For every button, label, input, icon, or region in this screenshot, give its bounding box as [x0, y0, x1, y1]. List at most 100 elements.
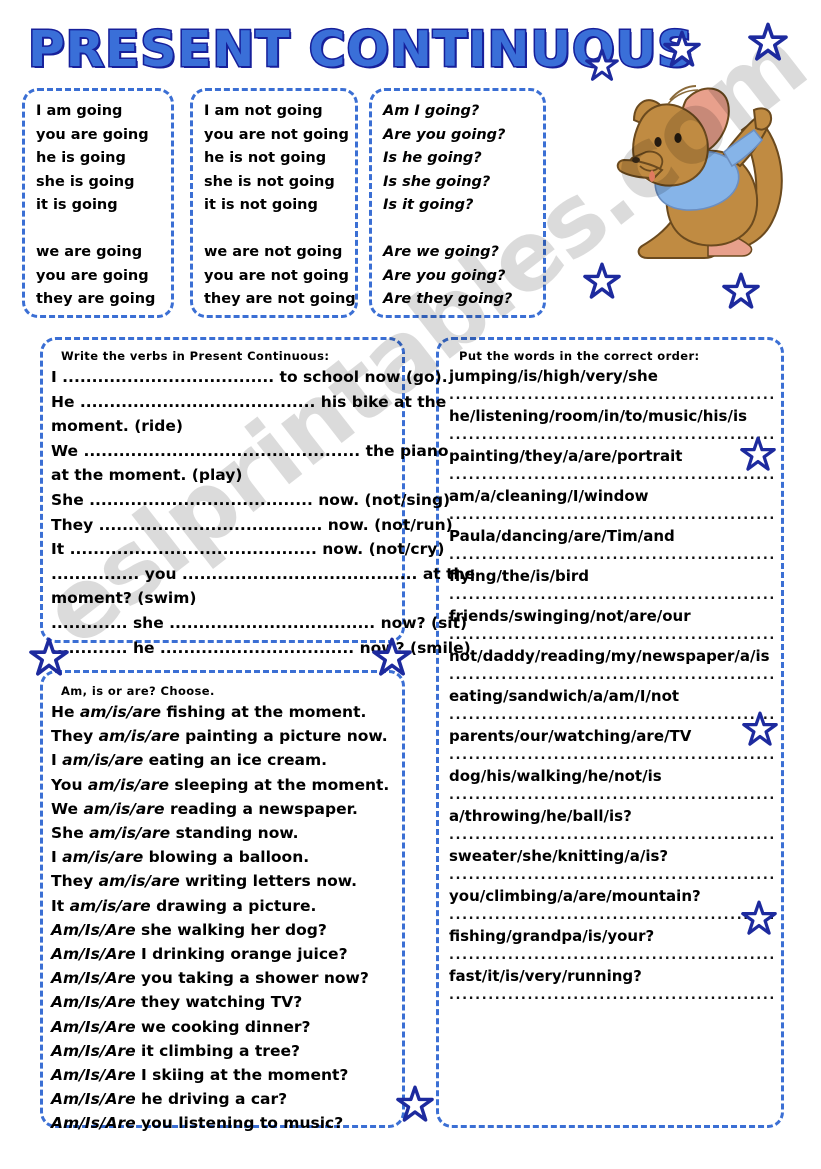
- exercise2-choice-options[interactable]: am/is/are: [99, 727, 180, 745]
- exercise2-choice-options[interactable]: Am/Is/Are: [51, 1018, 136, 1036]
- exercise2-line[interactable]: He am/is/are fishing at the moment.: [51, 700, 395, 724]
- conjugation-line: he is not going: [204, 150, 327, 166]
- star-decoration: [663, 30, 701, 72]
- exercise2-predicate: fishing at the moment.: [160, 703, 367, 721]
- exercise3-answer-line[interactable]: ........................................…: [449, 826, 777, 843]
- conjugation-line: you are going: [36, 267, 149, 284]
- exercise3-answer-line[interactable]: ........................................…: [449, 906, 777, 923]
- exercise2-line[interactable]: Am/Is/Are you taking a shower now?: [51, 966, 395, 990]
- exercise3-answer-line[interactable]: ........................................…: [449, 546, 777, 563]
- conjugation-line: she is going: [36, 173, 135, 190]
- exercise2-choice-options[interactable]: am/is/are: [89, 824, 170, 842]
- exercise2-line[interactable]: They am/is/are painting a picture now.: [51, 724, 395, 748]
- exercise2-choice-options[interactable]: Am/Is/Are: [51, 969, 136, 987]
- exercise1-line[interactable]: It .....................................…: [51, 537, 444, 562]
- exercise3-answer-line[interactable]: ........................................…: [449, 386, 777, 403]
- exercise3-answer-line[interactable]: ........................................…: [449, 986, 777, 1003]
- exercise2-choice-options[interactable]: am/is/are: [88, 776, 169, 794]
- exercise2-line[interactable]: We am/is/are reading a newspaper.: [51, 797, 395, 821]
- exercise2-line[interactable]: Am/Is/Are he driving a car?: [51, 1087, 395, 1111]
- star-decoration: [748, 22, 788, 66]
- exercise2-choice-options[interactable]: Am/Is/Are: [51, 945, 136, 963]
- exercise3-scrambled-sentence: flying/the/is/bird: [449, 567, 589, 585]
- exercise3-scrambled-sentence: parents/our/watching/are/TV: [449, 727, 692, 745]
- exercise2-choice-options[interactable]: am/is/are: [99, 872, 180, 890]
- exercise2-choice-options[interactable]: am/is/are: [83, 800, 164, 818]
- exercise3-scrambled-sentence: jumping/is/high/very/she: [449, 367, 658, 385]
- exercise2-line[interactable]: Am/Is/Are it climbing a tree?: [51, 1039, 395, 1063]
- exercise1-line[interactable]: She ....................................…: [51, 488, 450, 513]
- exercise2-line[interactable]: It am/is/are drawing a picture.: [51, 894, 395, 918]
- conjugation-line: I am going: [36, 103, 123, 119]
- exercise3-answer-line[interactable]: ........................................…: [449, 746, 777, 763]
- star-decoration: [29, 637, 69, 681]
- exercise1-line[interactable]: They ...................................…: [51, 513, 453, 538]
- exercise3-answer-line[interactable]: ........................................…: [449, 506, 777, 523]
- star-decoration: [742, 711, 778, 751]
- conjugation-spacer: [383, 218, 536, 242]
- exercise2-predicate: you listening to music?: [135, 1114, 344, 1133]
- conjugation-line: he is going: [36, 150, 126, 166]
- exercise2-line[interactable]: I am/is/are eating an ice cream.: [51, 748, 395, 772]
- exercise2-line[interactable]: Am/Is/Are we cooking dinner?: [51, 1015, 395, 1039]
- exercise2-choice-options[interactable]: Am/Is/Are: [51, 1090, 136, 1108]
- exercise2-line[interactable]: Am/Is/Are they watching TV?: [51, 990, 395, 1014]
- exercise1-line[interactable]: ............... you ....................…: [51, 562, 475, 587]
- exercise1-line[interactable]: I .................................... t…: [51, 365, 448, 390]
- exercise2-line[interactable]: Am/Is/Are you listening to music?: [51, 1111, 395, 1135]
- exercise2-choice-options[interactable]: am/is/are: [62, 848, 143, 866]
- exercise2-choice-options[interactable]: am/is/are: [62, 751, 143, 769]
- exercise2: Am, is or are? Choose. He am/is/are fish…: [47, 678, 399, 1136]
- exercise1-line[interactable]: ............. she ......................…: [51, 611, 467, 636]
- exercise2-choice-options[interactable]: am/is/are: [80, 703, 161, 721]
- exercise3-answer-line[interactable]: ........................................…: [449, 786, 777, 803]
- star-decoration: [741, 900, 777, 940]
- exercise3-answer-line[interactable]: ........................................…: [449, 586, 777, 603]
- exercise2-choice-options[interactable]: Am/Is/Are: [51, 1042, 136, 1060]
- exercise1-line[interactable]: moment. (ride): [51, 414, 391, 439]
- exercise3-answer-line[interactable]: ........................................…: [449, 626, 777, 643]
- exercise3-answer-line[interactable]: ........................................…: [449, 706, 777, 723]
- exercise2-choice-options[interactable]: Am/Is/Are: [51, 993, 136, 1011]
- exercise2-predicate: I skiing at the moment?: [135, 1066, 349, 1085]
- exercise1-line[interactable]: He .....................................…: [51, 390, 446, 415]
- exercise1-line[interactable]: ............. he .......................…: [51, 636, 471, 661]
- exercise3-answer-line[interactable]: ........................................…: [449, 426, 777, 443]
- exercise3-scrambled-sentence: fishing/grandpa/is/your?: [449, 927, 655, 945]
- exercise2-predicate: eating an ice cream.: [143, 751, 328, 770]
- exercise3-scrambled-sentence: painting/they/a/are/portrait: [449, 447, 683, 465]
- exercise1-line[interactable]: at the moment. (play): [51, 463, 391, 488]
- conjugation-line: you are not going: [204, 267, 349, 284]
- exercise3-answer-line[interactable]: ........................................…: [449, 466, 777, 483]
- conjugation-line: Are you going?: [383, 126, 506, 143]
- exercise3-scrambled-sentence: dog/his/walking/he/not/is: [449, 767, 662, 785]
- exercise1-line[interactable]: We .....................................…: [51, 439, 449, 464]
- exercise2-subject: They: [51, 872, 99, 891]
- conjugation-line: she is not going: [204, 173, 335, 190]
- exercise2-line[interactable]: You am/is/are sleeping at the moment.: [51, 773, 395, 797]
- exercise2-choice-options[interactable]: Am/Is/Are: [51, 921, 136, 939]
- exercise2-predicate: reading a newspaper.: [164, 799, 358, 818]
- star-decoration: [740, 436, 776, 476]
- exercise2-choice-options[interactable]: am/is/are: [70, 897, 151, 915]
- exercise3-scrambled-sentence: fast/it/is/very/running?: [449, 967, 642, 985]
- exercise2-line[interactable]: They am/is/are writing letters now.: [51, 869, 395, 893]
- exercise2-predicate: she walking her dog?: [135, 920, 327, 939]
- exercise2-line[interactable]: Am/Is/Are I skiing at the moment?: [51, 1063, 395, 1087]
- exercise1-line[interactable]: moment? (swim): [51, 586, 391, 611]
- affirmative-box: I am going you are going he is going she is…: [22, 88, 174, 318]
- exercise2-items: He am/is/are fishing at the moment. They …: [51, 700, 395, 1136]
- exercise2-line[interactable]: She am/is/are standing now.: [51, 821, 395, 845]
- exercise2-line[interactable]: Am/Is/Are I drinking orange juice?: [51, 942, 395, 966]
- exercise3-answer-line[interactable]: ........................................…: [449, 946, 777, 963]
- exercise2-choice-options[interactable]: Am/Is/Are: [51, 1114, 136, 1132]
- exercise3-scrambled-sentence: am/a/cleaning/I/window: [449, 487, 649, 505]
- exercise2-line[interactable]: I am/is/are blowing a balloon.: [51, 845, 395, 869]
- exercise3-answer-line[interactable]: ........................................…: [449, 866, 777, 883]
- exercise1-heading: Write the verbs in Present Continuous:: [61, 349, 330, 363]
- exercise2-line[interactable]: Am/Is/Are she walking her dog?: [51, 918, 395, 942]
- exercise2-choice-options[interactable]: Am/Is/Are: [51, 1066, 136, 1084]
- exercise2-predicate: drawing a picture.: [150, 896, 317, 915]
- exercise3-answer-line[interactable]: ........................................…: [449, 666, 777, 683]
- exercise2-predicate: we cooking dinner?: [135, 1017, 311, 1036]
